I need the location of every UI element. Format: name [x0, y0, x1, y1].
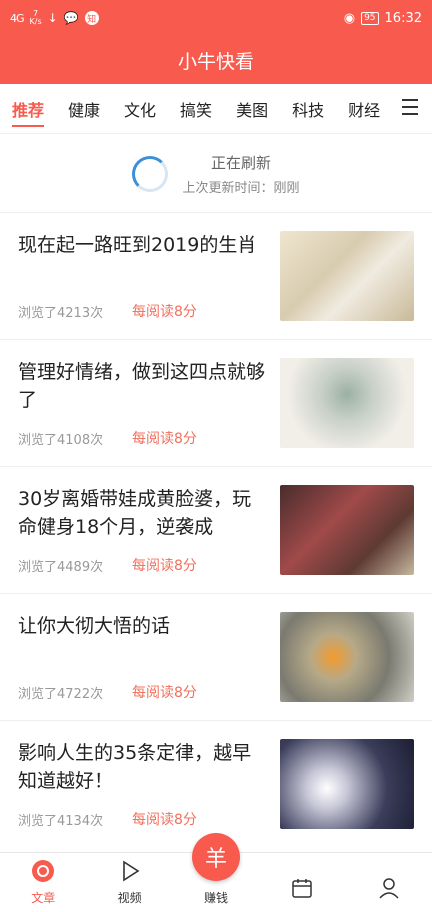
article-thumbnail [280, 739, 414, 829]
network-speed: 7 K/s [30, 10, 42, 26]
reward-label: 每阅读8分 [132, 685, 197, 701]
view-count: 浏览了4108次 [18, 432, 104, 448]
play-icon [118, 859, 142, 883]
article-item[interactable]: 30岁离婚带娃成黄脸婆，玩命健身18个月，逆袭成 浏览了4489次 每阅读8分 [0, 466, 432, 593]
message-icon: 💬 [63, 11, 79, 25]
signal-indicator: 4G [10, 11, 24, 25]
article-title: 让你大彻大悟的话 [18, 615, 171, 637]
view-count: 浏览了4134次 [18, 813, 104, 829]
article-title: 影响人生的35条定律，越早知道越好！ [18, 742, 252, 792]
nav-task[interactable] [259, 853, 345, 912]
user-icon [377, 876, 401, 900]
article-item[interactable]: 管理好情绪，做到这四点就够了 浏览了4108次 每阅读8分 [0, 339, 432, 466]
app-title: 小牛快看 [177, 50, 254, 73]
pull-refresh-indicator: 正在刷新 上次更新时间：刚刚 [0, 134, 432, 214]
clock: 16:32 [384, 10, 422, 26]
tab-finance[interactable]: 财经 [348, 84, 380, 134]
article-title: 现在起一路旺到2019的生肖 [18, 234, 257, 256]
tab-recommend[interactable]: 推荐 [12, 84, 45, 134]
article-thumbnail [280, 485, 414, 575]
article-item[interactable]: 让你大彻大悟的话 浏览了4722次 每阅读8分 [0, 593, 432, 720]
eye-icon: ◉ [343, 10, 356, 26]
article-feed: 现在起一路旺到2019的生肖 浏览了4213次 每阅读8分 管理好情绪，做到这四… [0, 212, 432, 847]
tab-pictures[interactable]: 美图 [236, 84, 268, 134]
view-count: 浏览了4722次 [18, 686, 104, 702]
battery-indicator: 95 [361, 11, 379, 25]
article-thumbnail [280, 612, 414, 702]
reward-label: 每阅读8分 [132, 812, 197, 828]
bottom-nav: 文章 视频 羊 赚钱 [0, 833, 432, 912]
article-thumbnail [280, 358, 414, 448]
article-icon [31, 859, 55, 883]
article-item[interactable]: 影响人生的35条定律，越早知道越好！ 浏览了4134次 每阅读8分 [0, 720, 432, 847]
nav-earn-label: 赚钱 [204, 891, 229, 905]
tab-culture[interactable]: 文化 [124, 84, 156, 134]
last-update-time: 上次更新时间：刚刚 [182, 181, 300, 196]
earn-coin-icon: 羊 [192, 833, 241, 881]
article-thumbnail [280, 231, 414, 321]
reward-label: 每阅读8分 [132, 304, 197, 320]
nav-article[interactable]: 文章 [0, 853, 86, 912]
nav-video[interactable]: 视频 [86, 853, 172, 912]
calendar-icon [290, 876, 314, 900]
category-tabs: 推荐 健康 文化 搞笑 美图 科技 财经 [0, 84, 432, 134]
refresh-status: 正在刷新 [210, 154, 271, 172]
view-count: 浏览了4489次 [18, 559, 104, 575]
loading-spinner-icon [132, 156, 169, 192]
network-speed-unit: K/s [29, 17, 42, 26]
app-header: 小牛快看 [0, 36, 432, 84]
article-title: 30岁离婚带娃成黄脸婆，玩命健身18个月，逆袭成 [18, 488, 252, 538]
tab-tech[interactable]: 科技 [292, 84, 324, 134]
nav-article-label: 文章 [31, 891, 56, 905]
nav-mine[interactable] [346, 853, 432, 912]
menu-icon[interactable] [402, 96, 418, 118]
zhihu-badge: 知 [84, 11, 99, 25]
article-title: 管理好情绪，做到这四点就够了 [18, 361, 266, 411]
tab-funny[interactable]: 搞笑 [180, 84, 212, 134]
status-bar: 4G 7 K/s ↓ 💬 知 ◉ 95 16:32 [0, 0, 432, 36]
article-item[interactable]: 现在起一路旺到2019的生肖 浏览了4213次 每阅读8分 [0, 212, 432, 339]
download-icon: ↓ [47, 11, 58, 25]
nav-earn[interactable]: 羊 赚钱 [173, 833, 259, 912]
tab-health[interactable]: 健康 [68, 84, 100, 134]
view-count: 浏览了4213次 [18, 305, 104, 321]
reward-label: 每阅读8分 [132, 558, 197, 574]
nav-video-label: 视频 [117, 891, 142, 905]
reward-label: 每阅读8分 [132, 431, 197, 447]
